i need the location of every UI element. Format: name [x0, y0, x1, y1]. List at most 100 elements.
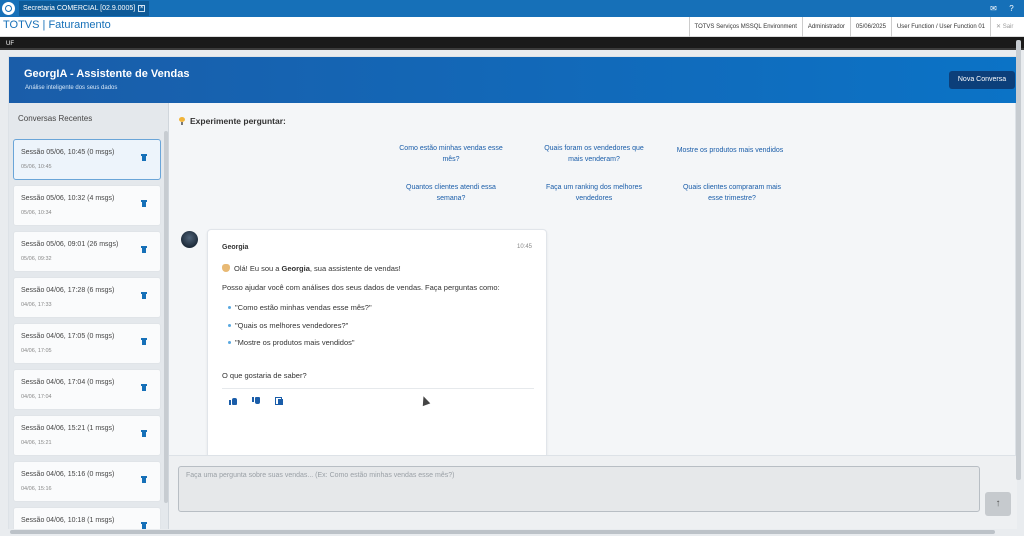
suggestion-link[interactable]: Como estão minhas vendas esse mês? — [386, 143, 516, 165]
assistant-avatar — [181, 231, 198, 248]
app-title: TOTVS | Faturamento — [3, 19, 111, 31]
question-input[interactable] — [178, 466, 980, 512]
session-date: 04/06, 15:21 — [21, 440, 52, 446]
trash-icon[interactable] — [141, 338, 147, 345]
message-intro: Posso ajudar você com análises dos seus … — [222, 283, 500, 292]
session-date: 05/06, 09:32 — [21, 256, 52, 262]
session-title: Sessão 04/06, 15:21 (1 msgs) — [21, 425, 115, 432]
session-item[interactable]: Sessão 05/06, 09:01 (26 msgs) 05/06, 09:… — [13, 231, 161, 272]
message-closing: O que gostaria de saber? — [222, 371, 307, 380]
thumbs-up-icon[interactable] — [229, 397, 237, 405]
session-item[interactable]: Sessão 04/06, 10:18 (1 msgs) — [13, 507, 161, 529]
trash-icon[interactable] — [141, 246, 147, 253]
bullet-icon — [228, 341, 231, 344]
trash-icon[interactable] — [141, 476, 147, 483]
example-item: "Quais os melhores vendedores?" — [228, 321, 348, 330]
help-icon[interactable]: ? — [1006, 3, 1017, 14]
function-label: User Function / User Function 01 — [890, 17, 990, 37]
suggestion-line: Quais foram os vendedores que — [544, 145, 644, 152]
suggestion-line: esse trimestre? — [708, 195, 756, 202]
session-date: 05/06, 10:34 — [21, 210, 52, 216]
session-date: 04/06, 17:33 — [21, 302, 52, 308]
session-title: Sessão 04/06, 10:18 (1 msgs) — [21, 517, 115, 524]
horizontal-scrollbar[interactable] — [10, 530, 995, 534]
thumbs-down-icon[interactable] — [252, 397, 260, 405]
session-item[interactable]: Sessão 05/06, 10:32 (4 msgs) 05/06, 10:3… — [13, 185, 161, 226]
user-label: Administrador — [801, 17, 850, 37]
session-date: 05/06, 10:45 — [21, 164, 52, 170]
window-titlebar: Secretaria COMERCIAL [02.9.0005] × ✉ ? — [0, 0, 1024, 17]
suggestion-line: vendedores — [575, 195, 613, 202]
app-header: TOTVS | Faturamento TOTVS Serviços MSSQL… — [0, 17, 1024, 37]
trash-icon[interactable] — [141, 292, 147, 299]
chat-main: Experimente perguntar: Como estão minhas… — [169, 103, 1017, 529]
date-label: 05/06/2025 — [849, 17, 891, 37]
exit-label: Sair — [1002, 24, 1014, 30]
greeting-name: Georgia — [281, 264, 310, 273]
suggestion-line: Faça um ranking dos melhores — [545, 184, 643, 191]
session-item[interactable]: Sessão 05/06, 10:45 (0 msgs) 05/06, 10:4… — [13, 139, 161, 180]
session-item[interactable]: Sessão 04/06, 17:05 (0 msgs) 04/06, 17:0… — [13, 323, 161, 364]
exit-button[interactable]: ✕ Sair — [990, 17, 1024, 37]
send-button[interactable]: ↑ — [985, 492, 1011, 516]
tab-close-icon[interactable]: × — [138, 5, 146, 12]
session-date: 04/06, 17:04 — [21, 394, 52, 400]
suggestion-link[interactable]: Mostre os produtos mais vendidos — [665, 145, 795, 156]
tab-label: Secretaria COMERCIAL [02.9.0005] — [23, 5, 136, 12]
new-conversation-button[interactable]: Nova Conversa — [949, 71, 1015, 89]
example-text: "Mostre os produtos mais vendidos" — [235, 338, 355, 347]
suggestion-link[interactable]: Quais foram os vendedores que mais vende… — [529, 143, 659, 165]
suggestion-link[interactable]: Quais clientes compraram mais esse trime… — [667, 182, 797, 204]
session-title: Sessão 04/06, 17:04 (0 msgs) — [21, 379, 115, 386]
greeting-pre: Olá! Eu sou a — [234, 264, 282, 273]
uf-bar: UF — [0, 37, 1024, 50]
suggestion-line: Como estão minhas vendas esse — [399, 145, 503, 152]
recent-conversations-sidebar: Conversas Recentes Sessão 05/06, 10:45 (… — [9, 103, 169, 529]
session-title: Sessão 04/06, 15:16 (0 msgs) — [21, 471, 115, 478]
session-title: Sessão 05/06, 10:32 (4 msgs) — [21, 195, 115, 202]
trash-icon[interactable] — [141, 154, 147, 161]
session-title: Sessão 05/06, 10:45 (0 msgs) — [21, 149, 115, 156]
sidebar-title: Conversas Recentes — [18, 114, 93, 123]
message-time: 10:45 — [516, 244, 532, 250]
sidebar-scrollbar[interactable] — [164, 131, 168, 503]
environment-label: TOTVS Serviços MSSQL Environment — [688, 17, 802, 37]
lightbulb-icon — [179, 117, 185, 125]
suggestion-line: mais venderam? — [568, 156, 620, 163]
suggestion-link[interactable]: Faça um ranking dos melhores vendedores — [529, 182, 659, 204]
message-sender: Georgia — [222, 244, 249, 251]
totvs-logo-icon — [2, 2, 15, 15]
message-greeting: Olá! Eu sou a Georgia, sua assistente de… — [222, 264, 401, 273]
tab-secretaria-comercial[interactable]: Secretaria COMERCIAL [02.9.0005] × — [19, 1, 150, 16]
trash-icon[interactable] — [141, 200, 147, 207]
suggestion-line: Mostre os produtos mais vendidos — [676, 147, 784, 154]
bullet-icon — [228, 306, 231, 309]
suggestion-line: semana? — [436, 195, 466, 202]
example-item: "Mostre os produtos mais vendidos" — [228, 338, 355, 347]
trash-icon[interactable] — [141, 430, 147, 437]
banner-title: GeorgIA - Assistente de Vendas — [24, 68, 190, 80]
session-item[interactable]: Sessão 04/06, 15:21 (1 msgs) 04/06, 15:2… — [13, 415, 161, 456]
banner-subtitle: Análise inteligente dos seus dados — [25, 85, 118, 91]
suggestion-line: Quantos clientes atendi essa — [406, 184, 496, 191]
suggestion-line: mês? — [442, 156, 460, 163]
session-date: 04/06, 17:05 — [21, 348, 52, 354]
bullet-icon — [228, 324, 231, 327]
greeting-post: , sua assistente de vendas! — [309, 264, 401, 273]
assistant-banner: GeorgIA - Assistente de Vendas Análise i… — [9, 57, 1017, 103]
session-date: 04/06, 15:16 — [21, 486, 52, 492]
trash-icon[interactable] — [141, 522, 147, 529]
session-item[interactable]: Sessão 04/06, 17:04 (0 msgs) 04/06, 17:0… — [13, 369, 161, 410]
trash-icon[interactable] — [141, 384, 147, 391]
session-item[interactable]: Sessão 04/06, 17:28 (6 msgs) 04/06, 17:3… — [13, 277, 161, 318]
assistant-frame: GeorgIA - Assistente de Vendas Análise i… — [8, 56, 1017, 529]
example-text: "Como estão minhas vendas esse mês?" — [235, 303, 372, 312]
main-scrollbar[interactable] — [1016, 40, 1021, 480]
copy-icon[interactable] — [275, 397, 283, 405]
mail-icon[interactable]: ✉ — [988, 3, 999, 14]
suggestion-line: Quais clientes compraram mais — [682, 184, 782, 191]
session-title: Sessão 05/06, 09:01 (26 msgs) — [21, 241, 119, 248]
composer: ↑ — [169, 455, 1017, 529]
session-item[interactable]: Sessão 04/06, 15:16 (0 msgs) 04/06, 15:1… — [13, 461, 161, 502]
suggestion-link[interactable]: Quantos clientes atendi essa semana? — [386, 182, 516, 204]
